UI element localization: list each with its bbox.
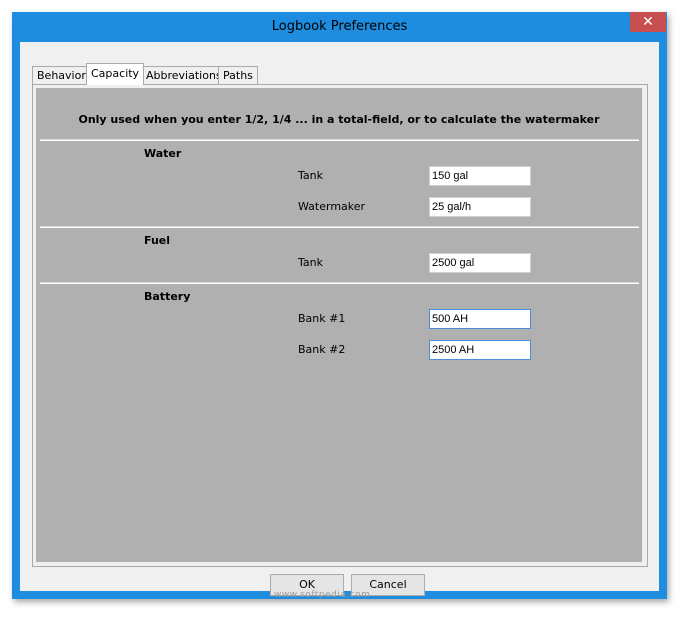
- water-tank-label: Tank: [298, 169, 323, 182]
- title-bar[interactable]: Logbook Preferences ✕: [12, 12, 667, 42]
- fuel-heading: Fuel: [144, 234, 171, 247]
- bank2-label: Bank #2: [298, 343, 346, 356]
- fuel-tank-label: Tank: [298, 256, 323, 269]
- water-heading: Water: [144, 147, 182, 160]
- window-title: Logbook Preferences: [271, 19, 408, 34]
- bank1-input[interactable]: [429, 309, 531, 329]
- water-tank-input[interactable]: [429, 166, 531, 186]
- preferences-window: Logbook Preferences ✕ Behavior Capacity …: [12, 12, 667, 599]
- bank1-label: Bank #1: [298, 312, 346, 325]
- close-button[interactable]: ✕: [630, 12, 666, 32]
- separator: [40, 282, 639, 284]
- capacity-panel-content: Only used when you enter 1/2, 1/4 ... in…: [36, 88, 642, 562]
- tab-capacity[interactable]: Capacity: [86, 63, 145, 85]
- separator: [40, 139, 639, 141]
- close-icon: ✕: [642, 14, 654, 30]
- battery-heading: Battery: [144, 290, 191, 303]
- tab-behavior[interactable]: Behavior: [32, 66, 91, 85]
- separator: [40, 226, 639, 228]
- tab-abbreviations[interactable]: Abbreviations: [141, 66, 227, 85]
- bank2-input[interactable]: [429, 340, 531, 360]
- capacity-tab-panel: Only used when you enter 1/2, 1/4 ... in…: [32, 84, 648, 567]
- watermaker-label: Watermaker: [298, 200, 366, 213]
- watermark: www.softpedia.com: [274, 590, 371, 600]
- dialog-client-area: Behavior Capacity Abbreviations Paths On…: [20, 42, 659, 596]
- watermaker-input[interactable]: [429, 197, 531, 217]
- info-text: Only used when you enter 1/2, 1/4 ... in…: [78, 113, 600, 126]
- fuel-tank-input[interactable]: [429, 253, 531, 273]
- tab-paths[interactable]: Paths: [218, 66, 258, 85]
